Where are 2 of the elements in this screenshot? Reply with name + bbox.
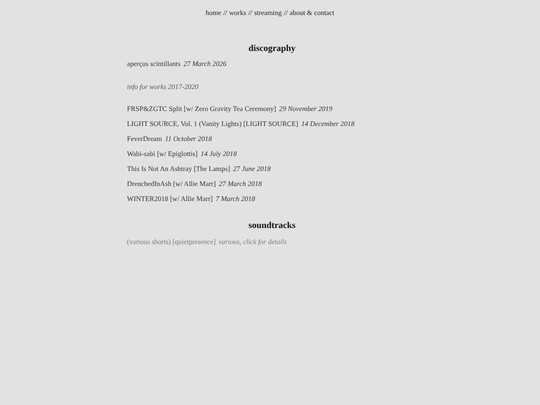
section-heading: discography <box>248 42 296 55</box>
section-heading: soundtracks <box>248 219 296 232</box>
